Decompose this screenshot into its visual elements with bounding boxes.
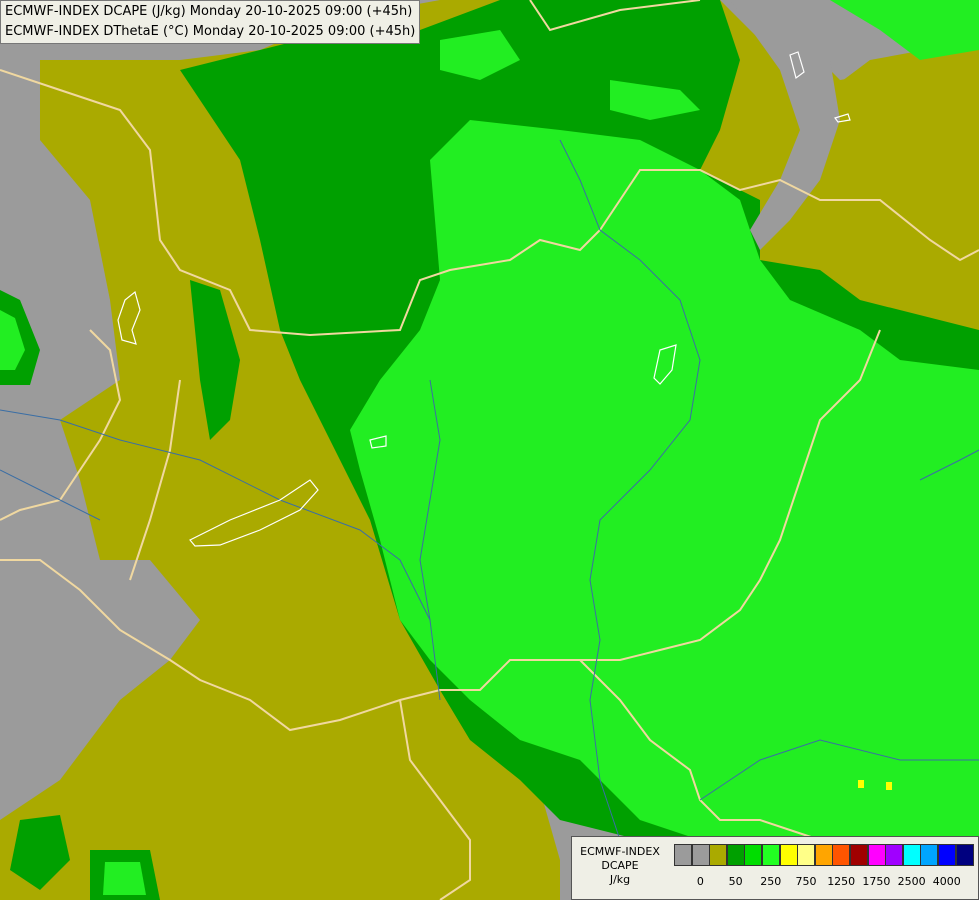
legend-tick-label: 750 — [795, 875, 817, 888]
legend-title-line1: ECMWF-INDEX — [580, 845, 660, 858]
legend-tick-label: 2500 — [897, 875, 926, 888]
legend-swatch — [726, 844, 745, 866]
region-green-sw2-inner — [103, 862, 146, 895]
legend-swatch — [762, 844, 780, 866]
legend-swatch — [955, 844, 974, 866]
legend-swatch — [902, 844, 921, 866]
legend-tick-label: 4000 — [932, 875, 961, 888]
legend-swatch — [797, 844, 816, 866]
legend-swatch — [938, 844, 956, 866]
color-legend: ECMWF-INDEX DCAPE J/kg 0 50 250 750 1250 1750… — [571, 836, 979, 900]
map-title-dthetae: ECMWF-INDEX DThetaE (°C) Monday 20-10-20… — [5, 24, 416, 39]
dcape-dot-1 — [858, 780, 864, 788]
map-title-box: ECMWF-INDEX DCAPE (J/kg) Monday 20-10-20… — [0, 0, 421, 44]
legend-tick-label: 50 — [728, 875, 743, 888]
legend-swatch — [814, 844, 833, 866]
legend-swatch — [674, 844, 692, 866]
legend-tick-label: 250 — [760, 875, 782, 888]
legend-swatch — [920, 844, 939, 866]
dcape-map — [0, 0, 979, 900]
legend-tick-label: 1750 — [862, 875, 891, 888]
legend-unit: J/kg — [609, 873, 631, 886]
legend-swatch — [709, 844, 728, 866]
legend-tick-label: 1250 — [827, 875, 856, 888]
legend-swatch — [744, 844, 763, 866]
legend-swatch — [832, 844, 851, 866]
legend-title-line2: DCAPE — [601, 859, 639, 872]
legend-swatch — [885, 844, 904, 866]
legend-title: ECMWF-INDEX DCAPE J/kg — [574, 845, 666, 887]
legend-swatch — [867, 844, 886, 866]
legend-swatch — [779, 844, 798, 866]
legend-tick-label: 0 — [696, 875, 704, 888]
map-title-dcape: ECMWF-INDEX DCAPE (J/kg) Monday 20-10-20… — [5, 4, 413, 19]
legend-swatch — [850, 844, 868, 866]
legend-swatch — [691, 844, 710, 866]
dcape-dot-2 — [886, 782, 892, 790]
